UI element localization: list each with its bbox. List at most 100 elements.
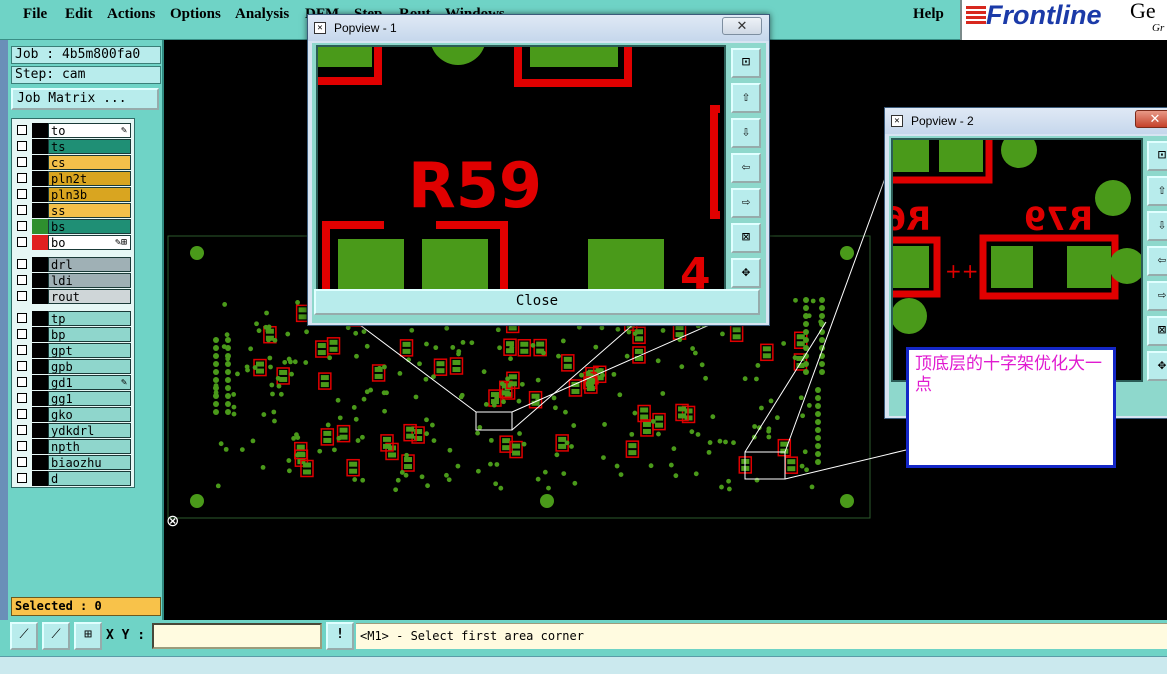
layer-color-swatch[interactable] bbox=[32, 343, 48, 358]
layer-name[interactable]: pln3b bbox=[48, 187, 131, 202]
layer-checkbox[interactable] bbox=[17, 425, 27, 435]
layer-name[interactable]: bs bbox=[48, 219, 131, 234]
layer-row-d[interactable]: d bbox=[13, 471, 131, 486]
popview-1-viewport[interactable]: R59 4 bbox=[316, 45, 726, 291]
layer-color-swatch[interactable] bbox=[32, 289, 48, 304]
popview-1-close-button[interactable]: Close bbox=[314, 289, 760, 315]
zoom-fit-icon[interactable]: ⊡ bbox=[731, 48, 761, 78]
layer-name[interactable]: to ✎ bbox=[48, 123, 131, 138]
layer-row-gd1[interactable]: gd1 ✎ bbox=[13, 375, 131, 390]
layer-color-swatch[interactable] bbox=[32, 171, 48, 186]
zoom-in-icon[interactable]: ⊠ bbox=[1147, 316, 1167, 346]
pan-right-icon[interactable]: ⇨ bbox=[731, 188, 761, 218]
pan-down-icon[interactable]: ⇩ bbox=[1147, 211, 1167, 241]
layer-name[interactable]: npth bbox=[48, 439, 131, 454]
layer-name[interactable]: pln2t bbox=[48, 171, 131, 186]
layer-color-swatch[interactable] bbox=[32, 327, 48, 342]
layer-row-biaozhu[interactable]: biaozhu bbox=[13, 455, 131, 470]
layer-checkbox[interactable] bbox=[17, 237, 27, 247]
layer-name[interactable]: gpb bbox=[48, 359, 131, 374]
pan-right-icon[interactable]: ⇨ bbox=[1147, 281, 1167, 311]
layer-checkbox[interactable] bbox=[17, 173, 27, 183]
layer-row-to[interactable]: to ✎ bbox=[13, 123, 131, 138]
layer-row-bo[interactable]: bo ✎⊞ bbox=[13, 235, 131, 250]
layer-name[interactable]: gd1 ✎ bbox=[48, 375, 131, 390]
layer-name[interactable]: biaozhu bbox=[48, 455, 131, 470]
layer-name[interactable]: bo ✎⊞ bbox=[48, 235, 131, 250]
snap-icon[interactable]: ⟋ bbox=[42, 622, 70, 650]
layer-checkbox[interactable] bbox=[17, 141, 27, 151]
layer-checkbox[interactable] bbox=[17, 441, 27, 451]
layer-color-swatch[interactable] bbox=[32, 235, 48, 250]
pan-left-icon[interactable]: ⇦ bbox=[1147, 246, 1167, 276]
zoom-out-icon[interactable]: ✥ bbox=[1147, 351, 1167, 381]
layer-color-swatch[interactable] bbox=[32, 257, 48, 272]
layer-color-swatch[interactable] bbox=[32, 123, 48, 138]
zoom-fit-icon[interactable]: ⊡ bbox=[1147, 141, 1167, 171]
layer-row-bp[interactable]: bp bbox=[13, 327, 131, 342]
layer-name[interactable]: ldi bbox=[48, 273, 131, 288]
layer-color-swatch[interactable] bbox=[32, 203, 48, 218]
layer-color-swatch[interactable] bbox=[32, 187, 48, 202]
menu-file[interactable]: File bbox=[23, 6, 47, 23]
layer-row-gpb[interactable]: gpb bbox=[13, 359, 131, 374]
menu-help[interactable]: Help bbox=[913, 6, 944, 23]
layer-row-gpt[interactable]: gpt bbox=[13, 343, 131, 358]
layer-row-gko[interactable]: gko bbox=[13, 407, 131, 422]
layer-checkbox[interactable] bbox=[17, 329, 27, 339]
layer-name[interactable]: tp bbox=[48, 311, 131, 326]
layer-name[interactable]: drl bbox=[48, 257, 131, 272]
layer-color-swatch[interactable] bbox=[32, 471, 48, 486]
layer-color-swatch[interactable] bbox=[32, 273, 48, 288]
layer-color-swatch[interactable] bbox=[32, 155, 48, 170]
layer-name[interactable]: gko bbox=[48, 407, 131, 422]
pan-down-icon[interactable]: ⇩ bbox=[731, 118, 761, 148]
layer-checkbox[interactable] bbox=[17, 345, 27, 355]
layer-checkbox[interactable] bbox=[17, 125, 27, 135]
layer-name[interactable]: d bbox=[48, 471, 131, 486]
layer-row-bs[interactable]: bs bbox=[13, 219, 131, 234]
layer-row-npth[interactable]: npth bbox=[13, 439, 131, 454]
popview-1-close-icon[interactable]: ✕ bbox=[722, 17, 762, 35]
layer-row-rout[interactable]: rout bbox=[13, 289, 131, 304]
layer-color-swatch[interactable] bbox=[32, 219, 48, 234]
layer-row-pln3b[interactable]: pln3b bbox=[13, 187, 131, 202]
layer-checkbox[interactable] bbox=[17, 473, 27, 483]
pan-left-icon[interactable]: ⇦ bbox=[731, 153, 761, 183]
layer-checkbox[interactable] bbox=[17, 259, 27, 269]
layer-checkbox[interactable] bbox=[17, 313, 27, 323]
layer-checkbox[interactable] bbox=[17, 157, 27, 167]
zoom-in-icon[interactable]: ⊠ bbox=[731, 223, 761, 253]
layer-name[interactable]: cs bbox=[48, 155, 131, 170]
warning-icon[interactable]: ! bbox=[326, 622, 354, 650]
layer-row-pln2t[interactable]: pln2t bbox=[13, 171, 131, 186]
layer-checkbox[interactable] bbox=[17, 275, 27, 285]
menu-actions[interactable]: Actions bbox=[107, 6, 155, 23]
layer-checkbox[interactable] bbox=[17, 409, 27, 419]
layer-color-swatch[interactable] bbox=[32, 359, 48, 374]
layer-color-swatch[interactable] bbox=[32, 391, 48, 406]
menu-analysis[interactable]: Analysis bbox=[235, 6, 289, 23]
layer-row-ss[interactable]: ss bbox=[13, 203, 131, 218]
layer-color-swatch[interactable] bbox=[32, 375, 48, 390]
layer-row-ldi[interactable]: ldi bbox=[13, 273, 131, 288]
pan-up-icon[interactable]: ⇧ bbox=[1147, 176, 1167, 206]
layer-name[interactable]: ts bbox=[48, 139, 131, 154]
zoom-out-icon[interactable]: ✥ bbox=[731, 258, 761, 288]
job-matrix-button[interactable]: Job Matrix ... bbox=[11, 88, 159, 110]
layer-checkbox[interactable] bbox=[17, 221, 27, 231]
layer-name[interactable]: gg1 bbox=[48, 391, 131, 406]
layer-color-swatch[interactable] bbox=[32, 455, 48, 470]
layer-row-ydkdrl[interactable]: ydkdrl bbox=[13, 423, 131, 438]
layer-color-swatch[interactable] bbox=[32, 423, 48, 438]
measure-icon[interactable]: ⟋ bbox=[10, 622, 38, 650]
popview-2-viewport[interactable]: R79 R6 ++ bbox=[891, 138, 1143, 382]
layer-checkbox[interactable] bbox=[17, 393, 27, 403]
pan-up-icon[interactable]: ⇧ bbox=[731, 83, 761, 113]
layer-row-ts[interactable]: ts bbox=[13, 139, 131, 154]
layer-checkbox[interactable] bbox=[17, 361, 27, 371]
layer-color-swatch[interactable] bbox=[32, 311, 48, 326]
layer-name[interactable]: rout bbox=[48, 289, 131, 304]
layer-name[interactable]: bp bbox=[48, 327, 131, 342]
layer-color-swatch[interactable] bbox=[32, 439, 48, 454]
